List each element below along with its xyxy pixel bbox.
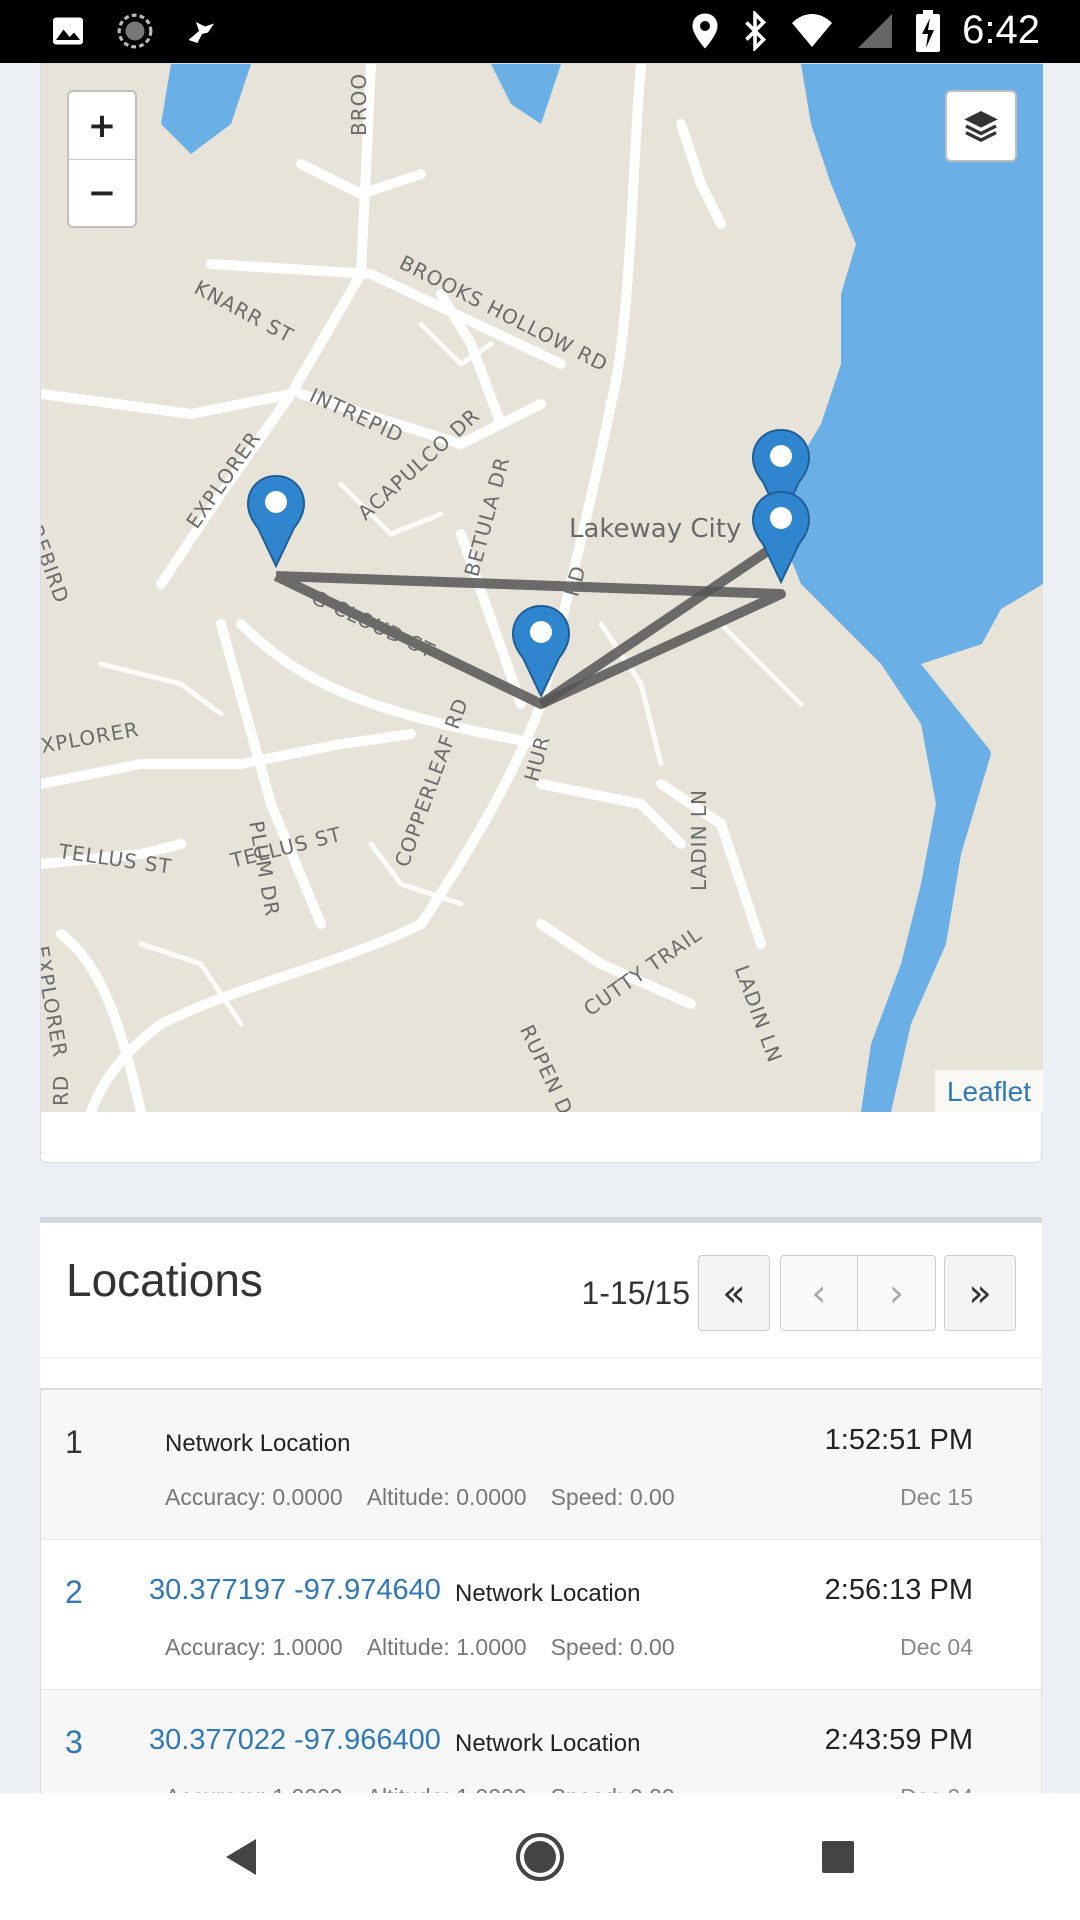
battery-charging-icon bbox=[916, 9, 941, 52]
row-speed: Speed: 0.00 bbox=[550, 1484, 675, 1510]
zoom-in-button[interactable]: + bbox=[69, 92, 135, 159]
locations-panel: Locations 1-15/15 « ‹ › » 1 Network Loca… bbox=[40, 1217, 1042, 1797]
first-page-button[interactable]: « bbox=[698, 1255, 770, 1331]
layers-icon bbox=[964, 111, 998, 143]
row-coords-link[interactable]: 30.377197 -97.974640 bbox=[149, 1574, 441, 1607]
last-page-button[interactable]: » bbox=[944, 1255, 1016, 1331]
row-altitude: Altitude: 1.0000 bbox=[366, 1634, 527, 1660]
bird-icon bbox=[184, 13, 220, 49]
row-index-link[interactable]: 3 bbox=[65, 1724, 83, 1761]
bluetooth-icon bbox=[742, 10, 768, 51]
row-details: Accuracy: 0.0000 Altitude: 0.0000 Speed:… bbox=[165, 1484, 675, 1511]
wifi-icon bbox=[790, 13, 834, 49]
row-time: 2:56:13 PM bbox=[824, 1574, 973, 1606]
navigation-bar bbox=[0, 1793, 1080, 1920]
sync-icon bbox=[116, 12, 154, 50]
location-icon bbox=[690, 11, 720, 51]
row-details: Accuracy: 1.0000 Altitude: 1.0000 Speed:… bbox=[165, 1634, 675, 1661]
zoom-control: + − bbox=[67, 90, 137, 228]
city-label: Lakeway City bbox=[569, 514, 742, 544]
back-button[interactable] bbox=[212, 1829, 268, 1885]
row-altitude: Altitude: 0.0000 bbox=[366, 1484, 527, 1510]
back-icon bbox=[226, 1839, 256, 1875]
layers-button[interactable] bbox=[945, 90, 1017, 162]
locations-title: Locations bbox=[66, 1254, 263, 1306]
location-marker[interactable] bbox=[749, 488, 813, 584]
prev-page-button[interactable]: ‹ bbox=[780, 1255, 858, 1331]
leaflet-attribution-link[interactable]: Leaflet bbox=[934, 1070, 1043, 1112]
row-coords-link[interactable]: 30.377022 -97.966400 bbox=[149, 1724, 441, 1757]
row-time: 1:52:51 PM bbox=[824, 1424, 973, 1456]
pagination: 1-15/15 « ‹ › » bbox=[581, 1255, 1016, 1331]
street-label: RD bbox=[49, 1074, 73, 1106]
row-index: 1 bbox=[65, 1424, 83, 1460]
image-icon bbox=[50, 13, 86, 49]
zoom-out-button[interactable]: − bbox=[69, 159, 135, 226]
row-date: Dec 15 bbox=[900, 1484, 973, 1510]
location-marker[interactable] bbox=[509, 602, 573, 698]
map[interactable]: BROO KNARR ST BROOKS HOLLOW RD INTREPID … bbox=[41, 64, 1043, 1112]
list-item[interactable]: 3 30.377022 -97.966400 Network Location … bbox=[41, 1690, 1041, 1797]
signal-icon bbox=[856, 12, 894, 50]
street-label: LADIN LN bbox=[687, 788, 711, 891]
list-item[interactable]: 1 Network Location Accuracy: 0.0000 Alti… bbox=[41, 1390, 1041, 1540]
map-tiles bbox=[41, 64, 1043, 1112]
row-date: Dec 04 bbox=[900, 1634, 973, 1660]
locations-list: 1 Network Location Accuracy: 0.0000 Alti… bbox=[40, 1388, 1042, 1797]
row-index-link[interactable]: 2 bbox=[65, 1574, 83, 1611]
next-page-button[interactable]: › bbox=[858, 1255, 936, 1331]
home-icon bbox=[516, 1833, 564, 1881]
clock: 6:42 bbox=[962, 8, 1040, 52]
location-marker[interactable] bbox=[244, 472, 308, 568]
map-panel: BROO KNARR ST BROOKS HOLLOW RD INTREPID … bbox=[40, 63, 1043, 1163]
row-provider: Network Location bbox=[455, 1580, 641, 1607]
recents-icon bbox=[822, 1841, 854, 1873]
page-count: 1-15/15 bbox=[581, 1274, 690, 1311]
list-item[interactable]: 2 30.377197 -97.974640 Network Location … bbox=[41, 1540, 1041, 1690]
row-time: 2:43:59 PM bbox=[824, 1724, 973, 1756]
row-accuracy: Accuracy: 0.0000 bbox=[165, 1484, 343, 1510]
row-accuracy: Accuracy: 1.0000 bbox=[165, 1634, 343, 1660]
street-label: BROO bbox=[347, 72, 371, 136]
row-speed: Speed: 0.00 bbox=[550, 1634, 675, 1660]
locations-header: Locations 1-15/15 « ‹ › » bbox=[40, 1223, 1042, 1358]
status-bar: 6:42 bbox=[0, 0, 1080, 63]
home-button[interactable] bbox=[512, 1829, 568, 1885]
recents-button[interactable] bbox=[810, 1829, 866, 1885]
row-provider: Network Location bbox=[455, 1730, 641, 1757]
row-provider: Network Location bbox=[165, 1430, 351, 1457]
